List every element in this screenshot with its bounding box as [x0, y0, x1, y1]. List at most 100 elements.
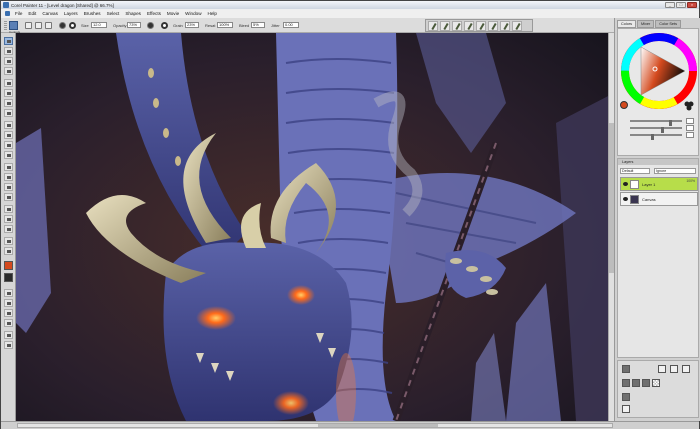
tab-colors[interactable]: Colors: [617, 20, 636, 28]
blend-mode-select[interactable]: Default: [620, 168, 650, 174]
visibility-eye-icon[interactable]: [623, 182, 628, 186]
text-icon[interactable]: [4, 141, 13, 149]
rotate-icon[interactable]: [4, 183, 13, 191]
divine-proportion-icon[interactable]: [4, 205, 13, 213]
pattern-icon[interactable]: [4, 299, 13, 307]
close-button[interactable]: ×: [687, 2, 697, 8]
brush-ghost-icon[interactable]: [25, 22, 32, 29]
layer-thumbnail: [630, 195, 639, 204]
painting-canvas[interactable]: [16, 33, 614, 421]
look-icon[interactable]: [4, 341, 13, 349]
brush-variant-7-icon[interactable]: [500, 21, 510, 31]
magnifier-icon[interactable]: [4, 163, 13, 171]
mirror-icon[interactable]: [4, 193, 13, 201]
value-slider[interactable]: [626, 132, 694, 140]
brush-preview-dark-icon[interactable]: [147, 22, 154, 29]
brush-variant-3-icon[interactable]: [452, 21, 462, 31]
minimize-button[interactable]: _: [665, 2, 675, 8]
menu-shapes[interactable]: Shapes: [122, 11, 144, 16]
nozzle-library-icon[interactable]: [622, 379, 630, 387]
grain-field[interactable]: 23%: [185, 22, 199, 28]
script-library-icon[interactable]: [622, 393, 630, 401]
hue-slider[interactable]: [626, 118, 694, 126]
brush-circle-icon[interactable]: [69, 22, 76, 29]
brush-variant-2-icon[interactable]: [440, 21, 450, 31]
paper-library-icon[interactable]: [658, 365, 666, 373]
brush-variant-4-icon[interactable]: [464, 21, 474, 31]
maximize-button[interactable]: □: [676, 2, 686, 8]
layer-row-layer-1[interactable]: Layer 1 100%: [620, 177, 698, 191]
composite-method-select[interactable]: Ignore: [654, 168, 696, 174]
app-menu-icon[interactable]: [5, 11, 10, 16]
layer-thumbnail: [630, 180, 639, 189]
menu-help[interactable]: Help: [205, 11, 220, 16]
shape-icon[interactable]: [4, 151, 13, 159]
layer-name: Layer 1: [642, 182, 656, 187]
size-field[interactable]: 12.0: [91, 22, 107, 28]
menu-brushes[interactable]: Brushes: [81, 11, 104, 16]
pen-icon[interactable]: [4, 79, 13, 87]
menu-movie[interactable]: Movie: [164, 11, 182, 16]
paint-bucket-icon[interactable]: [4, 57, 13, 65]
paper-icon[interactable]: [4, 289, 13, 297]
menu-effects[interactable]: Effects: [144, 11, 164, 16]
main-color-chip[interactable]: [620, 101, 628, 109]
layout-grid-icon[interactable]: [4, 215, 13, 223]
color-picker-icon[interactable]: [684, 101, 694, 111]
jitter-field[interactable]: 0.00: [283, 22, 299, 28]
menu-edit[interactable]: Edit: [25, 11, 39, 16]
transform-icon[interactable]: [4, 131, 13, 139]
color-set-library-icon[interactable]: [622, 405, 630, 413]
grabber-icon[interactable]: [4, 173, 13, 181]
eraser-icon[interactable]: [4, 67, 13, 75]
horizontal-scroll-thumb[interactable]: [318, 424, 438, 427]
weave-library-icon[interactable]: [632, 379, 640, 387]
toolbox: [1, 33, 16, 421]
menu-select[interactable]: Select: [104, 11, 123, 16]
magic-wand-icon[interactable]: [4, 109, 13, 117]
property-bar-grip[interactable]: [4, 21, 7, 30]
menu-canvas[interactable]: Canvas: [39, 11, 61, 16]
weaving-icon[interactable]: [4, 319, 13, 327]
cloner-icon[interactable]: [4, 237, 13, 245]
pattern-library-icon[interactable]: [670, 365, 678, 373]
color-wheel[interactable]: [619, 31, 699, 111]
perspective-icon[interactable]: [4, 225, 13, 233]
brush-variant-1-icon[interactable]: [428, 21, 438, 31]
nozzle-icon[interactable]: [4, 331, 13, 339]
rubber-stamp-icon[interactable]: [4, 247, 13, 255]
primary-color-swatch[interactable]: [4, 261, 13, 270]
stroke-freehand-icon[interactable]: [35, 22, 42, 29]
canvas-horizontal-scrollbar[interactable]: [17, 423, 613, 428]
tab-color-sets[interactable]: Color Sets: [655, 20, 681, 28]
brush-dab-icon[interactable]: [59, 22, 66, 29]
tab-mixer[interactable]: Mixer: [636, 20, 655, 28]
secondary-color-swatch[interactable]: [4, 273, 13, 282]
crop-icon[interactable]: [4, 121, 13, 129]
visibility-eye-icon[interactable]: [623, 197, 628, 201]
menu-window[interactable]: Window: [182, 11, 204, 16]
rect-select-icon[interactable]: [4, 99, 13, 107]
resat-field[interactable]: 100%: [217, 22, 233, 28]
bleed-field[interactable]: 5%: [251, 22, 265, 28]
menu-file[interactable]: File: [12, 11, 25, 16]
brush-preview-light-icon[interactable]: [161, 22, 168, 29]
menu-layers[interactable]: Layers: [61, 11, 81, 16]
layer-row-canvas[interactable]: Canvas: [620, 192, 698, 206]
eyedropper-icon[interactable]: [4, 47, 13, 55]
brush-icon[interactable]: [4, 37, 13, 45]
lasso-icon[interactable]: [4, 89, 13, 97]
saturation-slider[interactable]: [626, 125, 694, 133]
stroke-straight-icon[interactable]: [45, 22, 52, 29]
brush-library-icon[interactable]: [622, 365, 630, 373]
texture-library-icon[interactable]: [652, 379, 660, 387]
gradient-library-icon[interactable]: [682, 365, 690, 373]
current-tool-icon[interactable]: [9, 21, 18, 30]
brush-variant-8-icon[interactable]: [512, 21, 522, 31]
color-palette-tabs: Colors Mixer Color Sets: [617, 20, 681, 28]
gradient-icon[interactable]: [4, 309, 13, 317]
brush-variant-6-icon[interactable]: [488, 21, 498, 31]
brush-variant-5-icon[interactable]: [476, 21, 486, 31]
look-library-icon[interactable]: [642, 379, 650, 387]
opacity-field[interactable]: 73%: [127, 22, 141, 28]
